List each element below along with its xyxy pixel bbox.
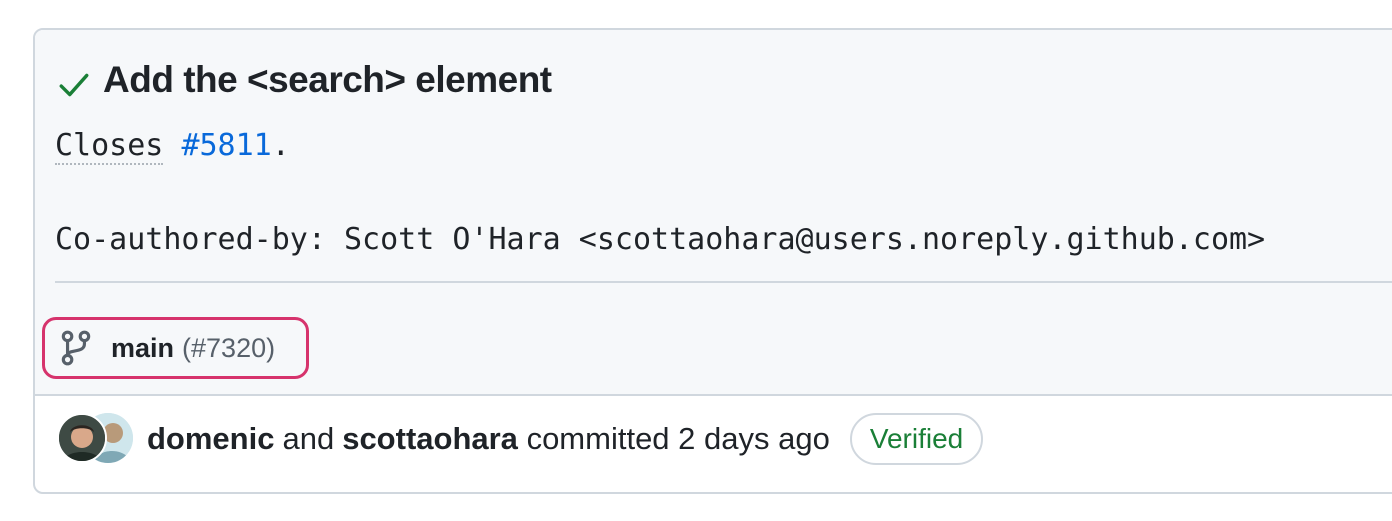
- and-text: and: [282, 421, 335, 456]
- coauthor-link[interactable]: scottaohara: [342, 421, 518, 456]
- issue-link[interactable]: #5811: [181, 128, 271, 163]
- commit-header: Add the <search> element Closes #5811. C…: [35, 30, 1392, 396]
- check-icon: [59, 73, 89, 97]
- commit-box: Add the <search> element Closes #5811. C…: [33, 28, 1392, 494]
- git-branch-icon: [61, 330, 91, 366]
- body-period: .: [271, 128, 290, 163]
- verified-badge[interactable]: Verified: [849, 413, 984, 465]
- committed-time: committed 2 days ago: [526, 421, 830, 456]
- header-divider: [55, 281, 1392, 283]
- closes-keyword: Closes: [55, 128, 164, 165]
- branch-link[interactable]: main (#7320): [42, 317, 309, 379]
- commit-message-body: Closes #5811. Co-authored-by: Scott O'Ha…: [55, 122, 1265, 263]
- coauthor-trailer: Co-authored-by: Scott O'Hara <scottaohar…: [55, 222, 1266, 257]
- avatar-image: [59, 415, 105, 461]
- commit-meta-text: domenic and scottaohara committed 2 days a…: [147, 421, 830, 457]
- pull-request-number: (#7320): [182, 332, 276, 363]
- avatar-domenic[interactable]: [57, 413, 107, 463]
- commit-title: Add the <search> element: [103, 59, 552, 100]
- commit-meta-row: domenic and scottaohara committed 2 days a…: [57, 410, 984, 468]
- author-link[interactable]: domenic: [147, 421, 274, 456]
- avatar-stack: [57, 413, 135, 465]
- branch-name: main: [111, 332, 175, 363]
- commit-title-row: Add the <search> element: [57, 58, 552, 102]
